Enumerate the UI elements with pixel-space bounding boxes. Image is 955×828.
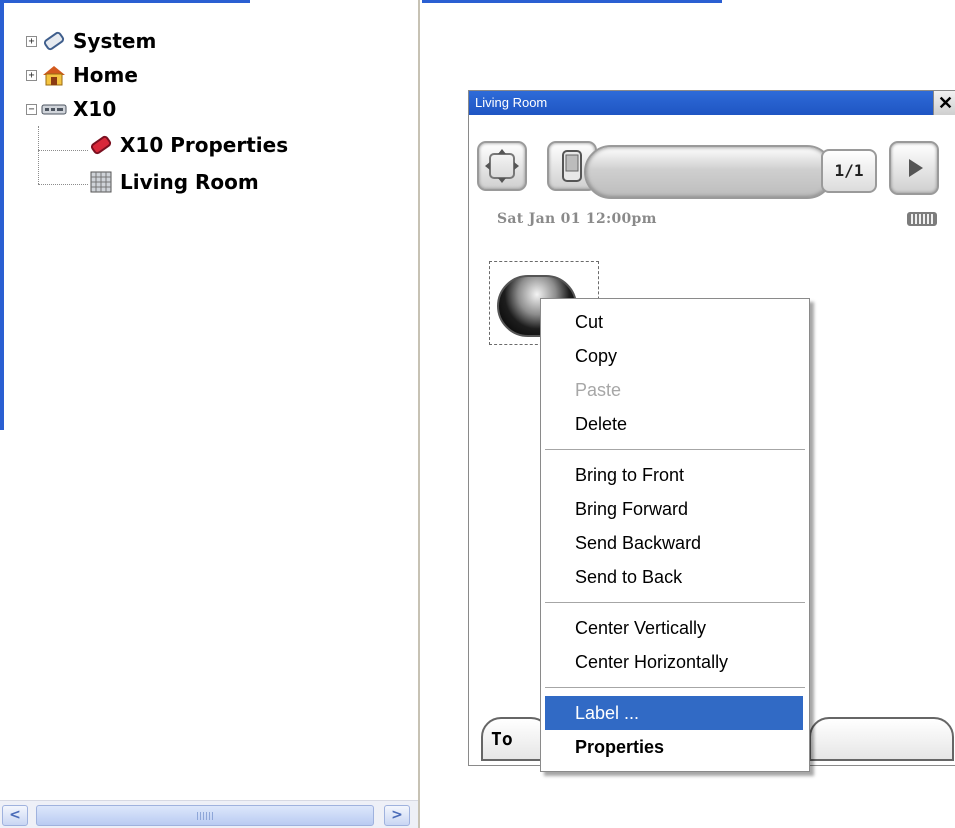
pane-top-accent (422, 0, 722, 3)
close-button[interactable]: ✕ (933, 91, 955, 115)
menu-item-send-to-back[interactable]: Send to Back (541, 560, 809, 594)
scroll-left-button[interactable]: < (2, 805, 28, 826)
system-icon (41, 30, 67, 52)
tree-label: Home (73, 63, 138, 87)
scroll-right-button[interactable]: > (384, 805, 410, 826)
properties-icon (88, 134, 114, 156)
panel-grid-icon (88, 171, 114, 193)
menu-item-properties[interactable]: Properties (541, 730, 809, 764)
horizontal-scrollbar[interactable]: < > (0, 800, 418, 828)
tree-label: X10 Properties (120, 133, 289, 157)
scroll-grip (197, 812, 213, 820)
menu-item-send-backward[interactable]: Send Backward (541, 526, 809, 560)
tree-node-living-room[interactable]: Living Room (88, 168, 259, 196)
tree-pane: + System + Home − X10 X10 Properties Liv… (0, 0, 420, 828)
expand-toggle[interactable]: + (26, 69, 37, 81)
tree-label: X10 (73, 97, 117, 121)
menu-item-delete[interactable]: Delete (541, 407, 809, 441)
tree-node-home[interactable]: + Home (26, 61, 138, 89)
menu-item-bring-forward[interactable]: Bring Forward (541, 492, 809, 526)
next-page-button[interactable] (889, 141, 939, 195)
tree-label: Living Room (120, 170, 259, 194)
pane-top-accent (0, 0, 250, 3)
menu-separator (545, 449, 805, 450)
context-menu: Cut Copy Paste Delete Bring to Front Bri… (540, 298, 810, 772)
date-time-text: Sat Jan 01 12:00pm (497, 211, 657, 227)
move-button[interactable] (477, 141, 527, 191)
tree-node-system[interactable]: + System (26, 27, 156, 55)
tree-node-x10-properties[interactable]: X10 Properties (88, 131, 288, 159)
menu-item-copy[interactable]: Copy (541, 339, 809, 373)
window-titlebar[interactable]: Living Room ✕ (469, 91, 955, 115)
scroll-thumb[interactable] (36, 805, 374, 826)
bottom-right-button[interactable] (809, 717, 954, 761)
title-pill (584, 145, 834, 199)
menu-separator (545, 602, 805, 603)
move-arrows-icon (485, 149, 519, 183)
menu-item-center-horizontally[interactable]: Center Horizontally (541, 645, 809, 679)
menu-item-bring-to-front[interactable]: Bring to Front (541, 458, 809, 492)
x10-device-icon (41, 98, 67, 120)
tree-node-x10[interactable]: − X10 (26, 95, 116, 123)
tree-connector (38, 126, 39, 184)
tree-label: System (73, 29, 157, 53)
tree-connector (38, 184, 88, 185)
menu-item-paste: Paste (575, 380, 622, 400)
menu-item-cut[interactable]: Cut (541, 305, 809, 339)
menu-separator (545, 687, 805, 688)
collapse-toggle[interactable]: − (26, 103, 37, 115)
page-indicator: 1/1 (821, 149, 877, 193)
pane-accent-bar (0, 0, 4, 430)
home-icon (41, 64, 67, 86)
expand-toggle[interactable]: + (26, 35, 37, 47)
battery-icon (907, 212, 937, 226)
menu-item-label[interactable]: Label ... (545, 696, 803, 730)
tree-connector (38, 150, 88, 151)
play-arrow-icon (909, 159, 923, 177)
menu-item-center-vertically[interactable]: Center Vertically (541, 611, 809, 645)
window-title: Living Room (475, 95, 548, 110)
